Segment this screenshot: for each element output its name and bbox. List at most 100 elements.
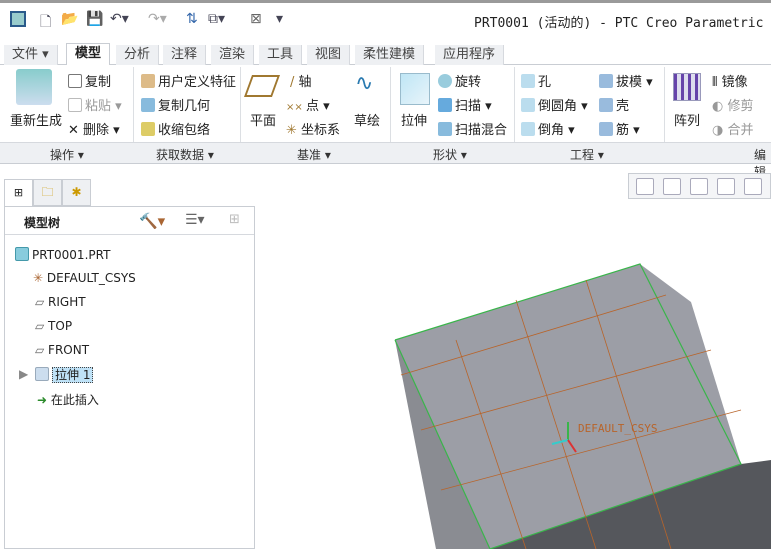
view-toolbar: [628, 173, 771, 199]
tab-applications[interactable]: 应用程序: [435, 45, 505, 65]
chamfer-button[interactable]: 倒角 ▾: [521, 119, 575, 138]
expand-arrow-icon[interactable]: ▶: [19, 367, 28, 381]
tab-model[interactable]: 模型: [66, 43, 111, 66]
ribbon-tabs: 文件 ▾ 模型 分析 注释 渲染 工具 视图 柔性建模 应用程序: [0, 43, 771, 66]
delete-button[interactable]: ✕ 删除 ▾: [68, 119, 120, 138]
extrude-button[interactable]: 拉伸: [401, 110, 427, 129]
plane-icon: ▱: [35, 343, 49, 357]
tab-analysis[interactable]: 分析: [116, 45, 160, 65]
udf-button[interactable]: 用户定义特征: [141, 71, 236, 90]
revolve-button[interactable]: 旋转: [438, 71, 481, 90]
favorites-tab-icon[interactable]: ✱: [62, 179, 91, 206]
open-icon[interactable]: 📂: [61, 11, 78, 27]
group-shape[interactable]: 形状 ▾: [433, 146, 467, 163]
plane-icon: ▱: [35, 319, 49, 333]
sketch-button[interactable]: 草绘: [354, 110, 380, 129]
title-bar: 🗋 📂 💾 ↶▾ ↷▾ ⇅ ⧉▾ ⊠ ▾ PRT0001 (活动的) - PTC…: [0, 0, 771, 38]
new-icon[interactable]: 🗋: [40, 11, 51, 35]
regenerate-button[interactable]: 重新生成: [10, 110, 62, 129]
point-icon: ××: [286, 102, 306, 113]
model-tree-panel: 模型树 🔨▾ ☰▾ ⊞ PRT0001.PRT ✳ DEFAULT_CSYS ▱…: [4, 206, 255, 549]
swept-blend-icon: [438, 122, 452, 136]
tree-item-csys[interactable]: ✳ DEFAULT_CSYS: [33, 271, 136, 285]
merge-button[interactable]: ◑ 合并: [712, 119, 754, 138]
paste-button[interactable]: 粘贴 ▾: [68, 95, 122, 114]
revolve-icon: [438, 74, 452, 88]
redo-icon[interactable]: ↷▾: [148, 11, 167, 27]
group-datum[interactable]: 基准 ▾: [297, 146, 331, 163]
axis-button[interactable]: / 轴: [290, 71, 312, 90]
plane-icon: [243, 75, 281, 97]
tree-item-insert-here[interactable]: ➜ 在此插入: [37, 391, 99, 408]
customize-icon[interactable]: ▾: [276, 11, 283, 27]
tab-file[interactable]: 文件 ▾: [4, 45, 58, 65]
draft-button[interactable]: 拔模 ▾: [599, 71, 653, 90]
sweep-button[interactable]: 扫描 ▾: [438, 95, 492, 114]
csys-button[interactable]: ✳ 坐标系: [286, 119, 340, 138]
save-icon[interactable]: 💾: [86, 11, 103, 27]
tree-item-top[interactable]: ▱ TOP: [35, 319, 72, 333]
round-button[interactable]: 倒圆角 ▾: [521, 95, 588, 114]
sketch-icon: ∿: [355, 71, 374, 96]
csys-icon: ✳: [33, 271, 47, 285]
draft-icon: [599, 74, 613, 88]
trim-button[interactable]: ◐ 修剪: [712, 95, 754, 114]
shrinkwrap-button[interactable]: 收缩包络: [141, 119, 210, 138]
hide-columns-icon[interactable]: ⊞: [229, 212, 240, 227]
display-style-icon[interactable]: [744, 178, 762, 195]
tab-flexible-modeling[interactable]: 柔性建模: [355, 45, 425, 65]
csys-label: DEFAULT_CSYS: [578, 422, 657, 435]
tab-annotate[interactable]: 注释: [163, 45, 207, 65]
zoom-out-icon[interactable]: [690, 178, 708, 195]
point-button[interactable]: ×× 点 ▾: [286, 95, 330, 114]
axis-icon: /: [290, 75, 299, 90]
tree-item-right[interactable]: ▱ RIGHT: [35, 295, 86, 309]
udf-icon: [141, 74, 155, 88]
folder-browser-tab-icon[interactable]: 🗀: [33, 179, 62, 206]
graphics-viewport[interactable]: DEFAULT_CSYS: [256, 200, 771, 549]
windows-icon[interactable]: ⧉▾: [208, 11, 225, 27]
settings-tools-icon[interactable]: 🔨▾: [139, 212, 165, 230]
mirror-icon: ⫴: [712, 75, 722, 90]
regenerate-icon[interactable]: ⇅: [186, 11, 198, 27]
shrinkwrap-icon: [141, 122, 155, 136]
tab-render[interactable]: 渲染: [211, 45, 255, 65]
extrude-icon: [35, 367, 49, 381]
copy-geometry-button[interactable]: 复制几何: [141, 95, 210, 114]
copy-geometry-icon: [141, 98, 155, 112]
hole-button[interactable]: 孔: [521, 71, 551, 90]
rib-button[interactable]: 筋 ▾: [599, 119, 640, 138]
tree-item-extrude[interactable]: 拉伸 1: [35, 366, 94, 383]
csys-icon: ✳: [286, 123, 302, 138]
shell-button[interactable]: 壳: [599, 95, 629, 114]
tree-item-part[interactable]: PRT0001.PRT: [15, 247, 110, 262]
tab-tools[interactable]: 工具: [259, 45, 303, 65]
part-icon: [15, 247, 29, 261]
mirror-button[interactable]: ⫴ 镜像: [712, 71, 748, 90]
swept-blend-button[interactable]: 扫描混合: [438, 119, 507, 138]
merge-icon: ◑: [712, 123, 728, 138]
undo-icon[interactable]: ↶▾: [110, 11, 129, 27]
model-tree-tab-icon[interactable]: ⊞: [4, 179, 33, 206]
plane-icon: ▱: [35, 295, 49, 309]
group-get-data[interactable]: 获取数据 ▾: [156, 146, 214, 163]
tree-item-front[interactable]: ▱ FRONT: [35, 343, 89, 357]
repaint-icon[interactable]: [717, 178, 735, 195]
regenerate-icon[interactable]: [16, 69, 52, 105]
copy-icon: [68, 74, 82, 88]
plane-button[interactable]: 平面: [250, 110, 276, 129]
tab-view[interactable]: 视图: [307, 45, 351, 65]
group-operations[interactable]: 操作 ▾: [50, 146, 84, 163]
app-icon[interactable]: [10, 11, 26, 27]
pattern-button[interactable]: 阵列: [674, 110, 700, 129]
ribbon-groups: 操作 ▾ 获取数据 ▾ 基准 ▾ 形状 ▾ 工程 ▾ 编辑: [0, 142, 771, 179]
zoom-in-icon[interactable]: [663, 178, 681, 195]
copy-button[interactable]: 复制: [68, 71, 111, 90]
window-title: PRT0001 (活动的) - PTC Creo Parametric: [474, 16, 764, 31]
group-engineering[interactable]: 工程 ▾: [570, 146, 604, 163]
pattern-icon: [673, 73, 701, 101]
show-list-icon[interactable]: ☰▾: [185, 212, 205, 228]
close-icon[interactable]: ⊠: [250, 11, 262, 27]
refit-icon[interactable]: [636, 178, 654, 195]
sweep-icon: [438, 98, 452, 112]
